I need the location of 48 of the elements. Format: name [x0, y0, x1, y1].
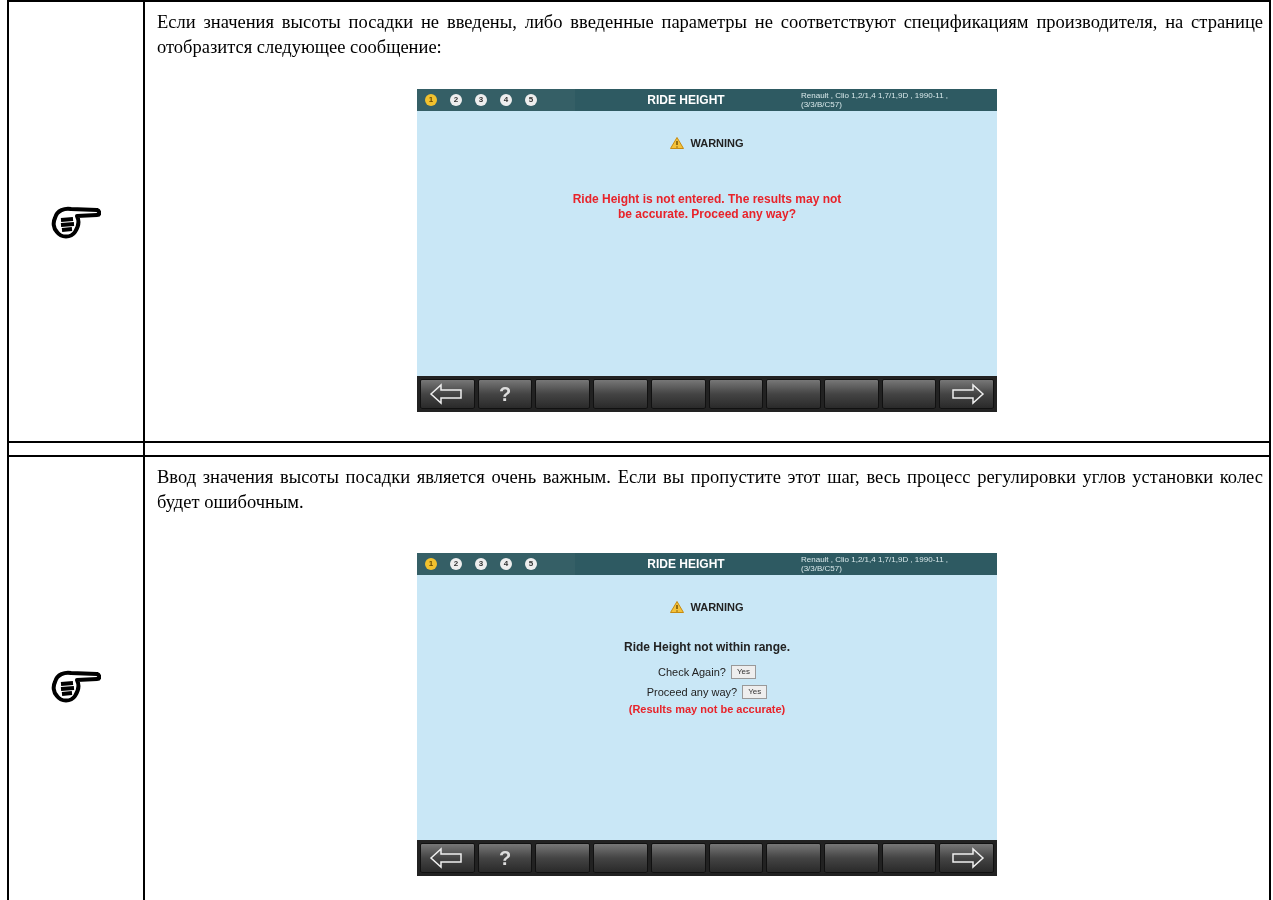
screen-title: RIDE HEIGHT — [646, 92, 726, 109]
step-indicator[interactable]: 2 — [450, 558, 462, 570]
step-indicator[interactable]: 5 — [525, 94, 537, 106]
pointing-hand-icon — [51, 668, 101, 704]
forward-button[interactable] — [939, 379, 995, 409]
toolbar-button[interactable] — [708, 843, 764, 873]
step-indicator[interactable]: 3 — [475, 94, 487, 106]
toolbar-button[interactable] — [708, 379, 764, 409]
question-label: Check Again? — [658, 664, 726, 680]
warning-icon — [670, 601, 685, 614]
step-indicator[interactable]: 2 — [450, 94, 462, 106]
toolbar-button[interactable] — [823, 379, 879, 409]
toolbar-button[interactable] — [766, 379, 821, 409]
step-indicator[interactable]: 5 — [525, 558, 537, 570]
warning-message: Ride Height not within range. — [624, 638, 790, 656]
back-button[interactable] — [420, 843, 475, 873]
yes-button[interactable]: Yes — [742, 685, 768, 700]
warning-title: WARNING — [690, 136, 744, 151]
toolbar-button[interactable] — [650, 843, 706, 873]
question-label: Proceed any way? — [646, 685, 738, 700]
forward-button[interactable] — [939, 843, 995, 873]
toolbar-button[interactable] — [881, 379, 937, 409]
screen-title: RIDE HEIGHT — [646, 556, 726, 573]
step-indicator[interactable]: 4 — [500, 94, 512, 106]
toolbar-button[interactable] — [823, 843, 879, 873]
step-indicator[interactable]: 3 — [475, 558, 487, 570]
back-button[interactable] — [420, 379, 475, 409]
vehicle-info: Renault , Clio 1,2/1,4 1,7/1,9D , 1990-11 , (3/3/B/C57) — [800, 555, 950, 573]
toolbar-button[interactable] — [881, 843, 937, 873]
paragraph: Ввод значения высоты посадки является очень важным. Если вы пропустите этот шаг, весь процесс регулировки углов установки колес будет ошибочным. — [157, 466, 1263, 514]
step-indicator[interactable]: 4 — [500, 558, 512, 570]
vehicle-info: Renault , Clio 1,2/1,4 1,7/1,9D , 1990-11 , (3/3/B/C57) — [800, 91, 950, 109]
yes-button[interactable]: Yes — [730, 664, 756, 679]
warning-message: Ride Height is not entered. The results may not be accurate. Proceed any way? — [572, 191, 842, 222]
help-button[interactable]: ? — [477, 843, 533, 873]
toolbar-button[interactable] — [593, 843, 648, 873]
warning-icon — [670, 137, 685, 150]
toolbar-button[interactable] — [593, 379, 648, 409]
warning-title: WARNING — [690, 600, 744, 615]
help-button[interactable]: ? — [477, 379, 533, 409]
step-indicator[interactable]: 1 — [425, 94, 437, 106]
toolbar-button[interactable] — [650, 379, 706, 409]
toolbar-button[interactable] — [535, 843, 591, 873]
step-indicator[interactable]: 1 — [425, 558, 437, 570]
toolbar-button[interactable] — [535, 379, 591, 409]
toolbar-button[interactable] — [766, 843, 821, 873]
accuracy-note: (Results may not be accurate) — [628, 701, 786, 717]
paragraph: Если значения высоты посадки не введены, либо введенные параметры не соответствуют спецификациям производителя, на странице отобразится следующее сообщение: — [157, 11, 1263, 59]
